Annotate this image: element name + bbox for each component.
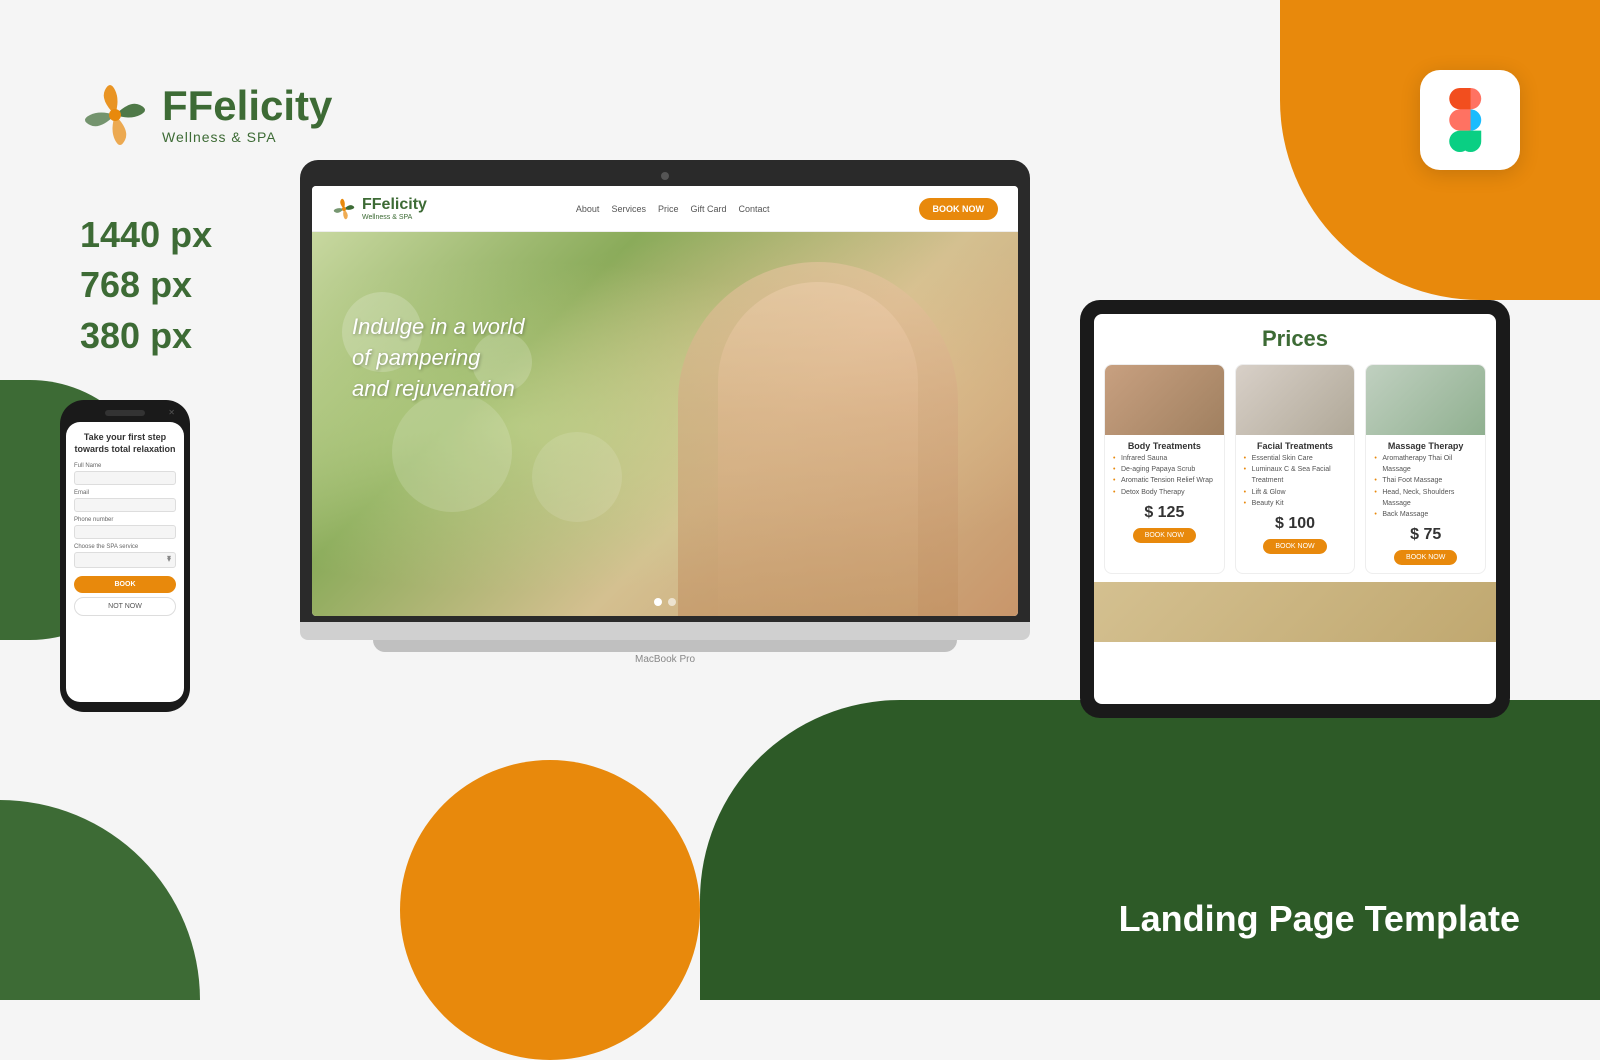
logo-area: FFelicity Wellness & SPA	[80, 80, 332, 150]
facial-item-2: Luminaux C & Sea Facial Treatment	[1244, 464, 1347, 486]
figma-icon	[1420, 70, 1520, 170]
massage-item-4: Back Massage	[1374, 509, 1477, 520]
phone-title: Take your first step towards total relax…	[74, 432, 176, 455]
massage-card-img	[1366, 365, 1485, 435]
screen-logo-text: FFelicity	[362, 196, 427, 214]
facial-card-title: Facial Treatments	[1236, 435, 1355, 453]
macbook-foot	[373, 640, 957, 652]
service-label: Choose the SPA service	[74, 544, 176, 550]
facial-card-list: Essential Skin Care Luminaux C & Sea Fac…	[1236, 453, 1355, 509]
massage-card-list: Aromatherapy Thai Oil Massage Thai Foot …	[1366, 453, 1485, 520]
prices-title: Prices	[1094, 314, 1496, 364]
macbook-label: MacBook Pro	[300, 654, 1030, 665]
macbook-camera	[661, 172, 669, 180]
screen-hero-text: Indulge in a world of pampering and reju…	[352, 312, 524, 404]
fullname-field[interactable]	[74, 471, 176, 485]
body-item-1: Infrared Sauna	[1113, 453, 1216, 464]
body-card-price: $ 125	[1105, 498, 1224, 524]
massage-therapy-card: Massage Therapy Aromatherapy Thai Oil Ma…	[1365, 364, 1486, 574]
phone-outer: Take your first step towards total relax…	[60, 400, 190, 712]
dimensions: 1440 px 768 px 380 px	[80, 210, 212, 361]
tablet-mockup: Prices Body Treatments Infrared Sauna De…	[1080, 300, 1510, 718]
hero-line2: of pampering	[352, 343, 524, 374]
tablet-screen: Prices Body Treatments Infrared Sauna De…	[1094, 314, 1496, 704]
hero-line1: Indulge in a world	[352, 312, 524, 343]
macbook-screen-outer: FFelicity Wellness & SPA About Services …	[300, 160, 1030, 622]
fullname-label: Full Name	[74, 463, 176, 469]
logo-f: F	[162, 82, 188, 129]
phone-label: Phone number	[74, 517, 176, 523]
screen-dots	[654, 598, 676, 606]
body-item-2: De-aging Papaya Scrub	[1113, 464, 1216, 475]
body-card-img	[1105, 365, 1224, 435]
massage-item-3: Head, Neck, Shoulders Massage	[1374, 487, 1477, 509]
nav-about[interactable]: About	[576, 204, 600, 214]
screen-nav-links: About Services Price Gift Card Contact	[447, 204, 899, 214]
body-treatments-card: Body Treatments Infrared Sauna De-aging …	[1104, 364, 1225, 574]
facial-treatments-card: Facial Treatments Essential Skin Care Lu…	[1235, 364, 1356, 574]
logo-elicity: Felicity	[188, 82, 333, 129]
facial-book-btn[interactable]: BOOK NOW	[1263, 539, 1326, 554]
email-label: Email	[74, 490, 176, 496]
screen-hero: Indulge in a world of pampering and reju…	[312, 232, 1018, 616]
email-field[interactable]	[74, 498, 176, 512]
screen-logo-sub: Wellness & SPA	[362, 214, 427, 221]
phone-notch	[105, 410, 145, 416]
massage-item-1: Aromatherapy Thai Oil Massage	[1374, 453, 1477, 475]
body-card-title: Body Treatments	[1105, 435, 1224, 453]
dim-380: 380 px	[80, 311, 212, 361]
phone-not-now-btn[interactable]: NOT NOW	[74, 597, 176, 616]
macbook-screen: FFelicity Wellness & SPA About Services …	[312, 186, 1018, 616]
tablet-bottom-img	[1094, 582, 1496, 642]
screen-book-btn[interactable]: BOOK NOW	[919, 198, 999, 220]
body-book-btn[interactable]: BOOK NOW	[1133, 528, 1196, 543]
facial-card-price: $ 100	[1236, 509, 1355, 535]
logo-subtitle: Wellness & SPA	[162, 129, 332, 145]
body-item-3: Aromatic Tension Relief Wrap	[1113, 475, 1216, 486]
hero-line3: and rejuvenation	[352, 374, 524, 405]
dot-1[interactable]	[654, 598, 662, 606]
service-select[interactable]: ▾	[74, 552, 176, 568]
tablet-cards: Body Treatments Infrared Sauna De-aging …	[1094, 364, 1496, 574]
nav-giftcard[interactable]: Gift Card	[690, 204, 726, 214]
screen-nav: FFelicity Wellness & SPA About Services …	[312, 186, 1018, 232]
dim-1440: 1440 px	[80, 210, 212, 260]
dim-768: 768 px	[80, 260, 212, 310]
macbook-base	[300, 622, 1030, 640]
nav-price[interactable]: Price	[658, 204, 679, 214]
tablet-outer: Prices Body Treatments Infrared Sauna De…	[1080, 300, 1510, 718]
dot-2[interactable]	[668, 598, 676, 606]
nav-contact[interactable]: Contact	[738, 204, 769, 214]
phone-book-btn[interactable]: BOOK	[74, 576, 176, 593]
phone-field[interactable]	[74, 525, 176, 539]
template-label: Landing Page Template	[1119, 898, 1520, 940]
massage-item-2: Thai Foot Massage	[1374, 475, 1477, 486]
massage-book-btn[interactable]: BOOK NOW	[1394, 550, 1457, 565]
facial-item-3: Lift & Glow	[1244, 487, 1347, 498]
main-content: FFelicity Wellness & SPA 1440 px 768 px …	[0, 0, 1600, 1000]
body-item-4: Detox Body Therapy	[1113, 487, 1216, 498]
phone-mockup: Take your first step towards total relax…	[60, 400, 190, 712]
massage-card-title: Massage Therapy	[1366, 435, 1485, 453]
macbook-mockup: FFelicity Wellness & SPA About Services …	[300, 160, 1030, 665]
facial-item-1: Essential Skin Care	[1244, 453, 1347, 464]
logo-text-area: FFelicity Wellness & SPA	[162, 85, 332, 145]
phone-screen: Take your first step towards total relax…	[66, 422, 184, 702]
logo-title: FFelicity	[162, 85, 332, 127]
facial-item-4: Beauty Kit	[1244, 498, 1347, 509]
body-card-list: Infrared Sauna De-aging Papaya Scrub Aro…	[1105, 453, 1224, 498]
massage-card-price: $ 75	[1366, 520, 1485, 546]
logo-icon	[80, 80, 150, 150]
screen-logo-small: FFelicity Wellness & SPA	[332, 196, 427, 221]
facial-card-img	[1236, 365, 1355, 435]
nav-services[interactable]: Services	[611, 204, 646, 214]
